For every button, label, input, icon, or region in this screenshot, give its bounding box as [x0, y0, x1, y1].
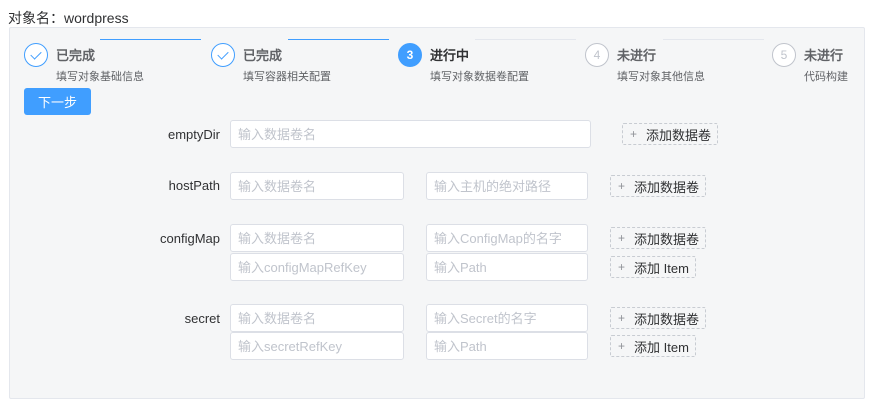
step-connector-3: [475, 39, 576, 40]
step-connector-2: [288, 39, 389, 40]
hostpath-name-input[interactable]: [230, 172, 404, 200]
step-4-number: 4: [585, 43, 609, 67]
step-5-number: 5: [772, 43, 796, 67]
configmap-add-volume-button[interactable]: + 添加数据卷: [610, 227, 707, 249]
object-name-title: 对象名：wordpress: [8, 8, 129, 28]
step-3-number: 3: [398, 43, 422, 67]
plus-icon: +: [630, 127, 638, 141]
emptydir-label: emptyDir: [167, 127, 220, 142]
step-2-desc: 填写容器相关配置: [243, 71, 331, 83]
step-5-desc: 代码构建: [804, 71, 848, 83]
configmap-refkey-input[interactable]: [230, 253, 404, 281]
secret-secret-name-input[interactable]: [426, 304, 588, 332]
step-connector-1: [100, 39, 201, 40]
configmap-cm-name-input[interactable]: [426, 224, 588, 252]
step-1-desc: 填写对象基础信息: [56, 71, 144, 83]
step-3-title: 进行中: [430, 45, 476, 64]
configmap-add-item-label: 添加 Item: [634, 260, 689, 276]
object-name-value: wordpress: [64, 10, 129, 26]
step-4-desc: 填写对象其他信息: [617, 71, 705, 83]
step-connector-4: [663, 39, 764, 40]
hostpath-add-volume-label: 添加数据卷: [634, 179, 700, 195]
hostpath-path-input[interactable]: [426, 172, 588, 200]
secret-add-item-button[interactable]: + 添加 Item: [610, 335, 696, 357]
step-3-desc: 填写对象数据卷配置: [430, 71, 529, 83]
secret-label: secret: [184, 311, 220, 326]
plus-icon: +: [618, 339, 626, 353]
secret-refkey-input[interactable]: [230, 332, 404, 360]
step-5-title: 未进行: [804, 45, 850, 64]
hostpath-label: hostPath: [168, 178, 220, 193]
secret-add-volume-button[interactable]: + 添加数据卷: [610, 307, 707, 329]
configmap-name-input[interactable]: [230, 224, 404, 252]
plus-icon: +: [618, 179, 626, 193]
secret-path-input[interactable]: [426, 332, 588, 360]
object-name-label: 对象名：: [8, 10, 64, 26]
emptydir-name-input[interactable]: [230, 120, 591, 148]
check-icon: [24, 43, 48, 67]
configmap-add-item-button[interactable]: + 添加 Item: [610, 256, 696, 278]
step-4-title: 未进行: [617, 45, 663, 64]
plus-icon: +: [618, 260, 626, 274]
next-step-button[interactable]: 下一步: [24, 88, 91, 115]
step-1-title: 已完成: [56, 45, 102, 64]
volume-config-panel: 已完成 填写对象基础信息 已完成 填写容器相关配置 3 进行中 填写对象数据卷配…: [9, 27, 865, 399]
secret-add-item-label: 添加 Item: [634, 339, 689, 355]
emptydir-add-volume-label: 添加数据卷: [646, 127, 712, 143]
plus-icon: +: [618, 311, 626, 325]
plus-icon: +: [618, 231, 626, 245]
configmap-label: configMap: [160, 231, 220, 246]
configmap-add-volume-label: 添加数据卷: [634, 231, 700, 247]
emptydir-add-volume-button[interactable]: + 添加数据卷: [622, 123, 719, 145]
check-icon: [211, 43, 235, 67]
step-2-title: 已完成: [243, 45, 289, 64]
hostpath-add-volume-button[interactable]: + 添加数据卷: [610, 175, 707, 197]
secret-name-input[interactable]: [230, 304, 404, 332]
configmap-path-input[interactable]: [426, 253, 588, 281]
secret-add-volume-label: 添加数据卷: [634, 311, 700, 327]
